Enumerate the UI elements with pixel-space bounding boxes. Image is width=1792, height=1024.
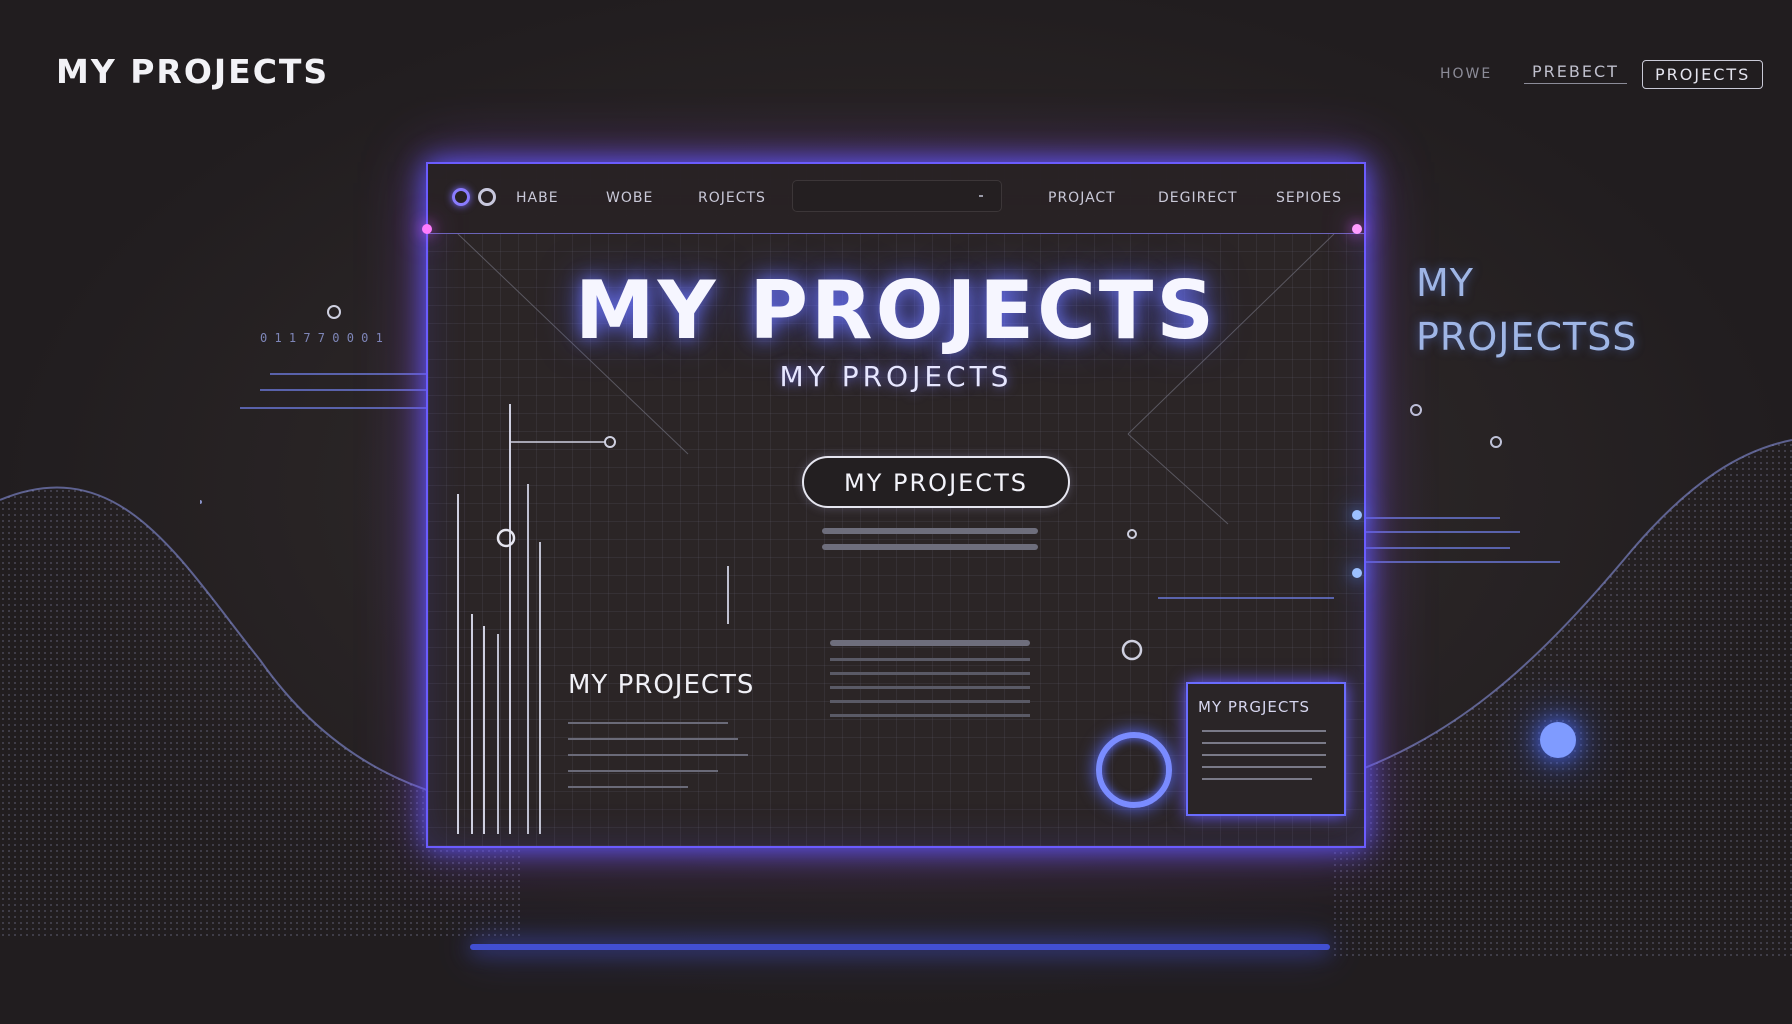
text-placeholder-line: [822, 544, 1038, 550]
nav-home[interactable]: HOWE: [1440, 66, 1492, 82]
text-placeholder-line: [830, 700, 1030, 703]
corner-glow: [1352, 510, 1362, 520]
text-placeholder-line: [1202, 730, 1326, 732]
hero-subtitle: MY PROJECTS: [779, 360, 1013, 393]
side-title-line-1: MY: [1416, 261, 1474, 305]
right-decor: [1360, 404, 1560, 563]
nav-project[interactable]: PREBECT: [1524, 60, 1627, 84]
text-placeholder-line: [568, 786, 688, 788]
search-input[interactable]: [792, 180, 1002, 212]
left-section-label: MY PROJECTS: [568, 670, 755, 700]
app-window: HABE WOBE ROJECTS PROJACT DEGIRECT SEPIO…: [422, 162, 1366, 848]
text-placeholder-line: [568, 722, 728, 724]
text-placeholder-line: [1202, 742, 1326, 744]
text-placeholder-line: [822, 528, 1038, 534]
nav-projects[interactable]: PROJECTS: [1642, 60, 1764, 89]
tab-habe[interactable]: HABE: [516, 190, 559, 206]
window-dot-icon[interactable]: [452, 188, 470, 206]
mini-project-card[interactable]: MY PRGJECTS: [1186, 682, 1346, 816]
tab-sepioes[interactable]: SEPIOES: [1276, 190, 1342, 206]
search-caret-icon: [979, 195, 983, 197]
site-title: MY PROJECTS: [56, 52, 330, 91]
tab-projact[interactable]: PROJACT: [1048, 190, 1116, 206]
text-placeholder-line: [1202, 766, 1326, 768]
window-toolbar: HABE WOBE ROJECTS PROJACT DEGIRECT SEPIO…: [428, 164, 1364, 234]
hero-title: MY PROJECTS: [575, 264, 1217, 357]
text-placeholder-line: [568, 738, 738, 740]
ring-button-icon[interactable]: [1096, 732, 1172, 808]
text-placeholder-line: [830, 714, 1030, 717]
window-dot-icon[interactable]: [478, 188, 496, 206]
side-title-line-2: PROJECTSS: [1416, 315, 1638, 359]
mini-card-title: MY PRGJECTS: [1198, 698, 1311, 716]
text-placeholder-line: [1202, 754, 1326, 756]
text-placeholder-line: [1202, 778, 1312, 780]
text-placeholder-line: [568, 770, 718, 772]
tab-rojects[interactable]: ROJECTS: [698, 190, 766, 206]
text-placeholder-line: [830, 640, 1030, 646]
corner-glow: [422, 224, 432, 234]
svg-text:0 1 1 7 7 0 0 0 1: 0 1 1 7 7 0 0 0 1: [260, 331, 383, 345]
text-placeholder-line: [568, 754, 748, 756]
right-orb: [1540, 722, 1576, 758]
tab-degirect[interactable]: DEGIRECT: [1158, 190, 1238, 206]
corner-glow: [1352, 568, 1362, 578]
tab-wobe[interactable]: WOBE: [606, 190, 653, 206]
text-placeholder-line: [830, 658, 1030, 661]
side-title: MY PROJECTSS: [1416, 256, 1637, 364]
text-placeholder-line: [830, 672, 1030, 675]
corner-glow: [1352, 224, 1362, 234]
floor-glow: [470, 944, 1330, 950]
cta-button[interactable]: MY PROJECTS: [802, 456, 1070, 508]
text-placeholder-line: [830, 686, 1030, 689]
